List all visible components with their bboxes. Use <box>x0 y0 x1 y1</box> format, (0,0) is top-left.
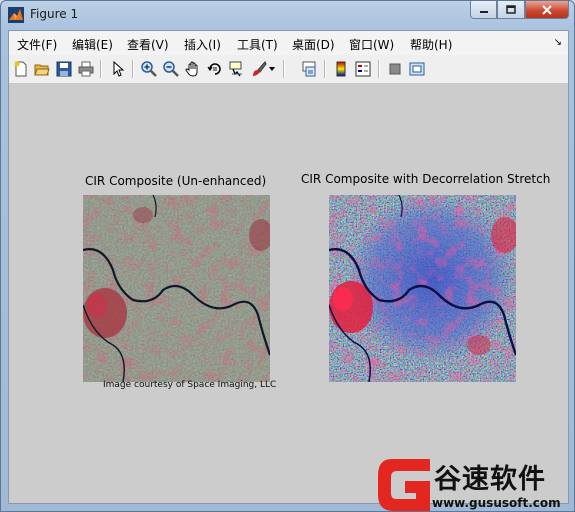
title-bar[interactable]: Figure 1 <box>1 1 574 28</box>
figure-client: 文件(F) 编辑(E) 查看(V) 插入(I) 工具(T) 桌面(D) 窗口(W… <box>8 30 569 504</box>
toolbar-separator <box>283 60 285 78</box>
figure-window: Figure 1 文件(F) 编辑(E) 查看(V) 插入(I) 工具(T) 桌… <box>0 0 575 512</box>
print-icon[interactable] <box>76 59 96 79</box>
show-plot-tools-icon[interactable] <box>407 59 427 79</box>
data-cursor-icon[interactable] <box>227 59 247 79</box>
toolbar-separator <box>100 60 102 78</box>
caption-buttons <box>470 1 569 19</box>
brush-icon[interactable] <box>249 59 269 79</box>
zoom-in-icon[interactable] <box>139 59 159 79</box>
close-icon <box>542 4 552 15</box>
link-plot-icon[interactable] <box>299 59 319 79</box>
left-axes-title: CIR Composite (Un-enhanced) <box>85 174 267 188</box>
new-figure-icon[interactable] <box>11 59 31 79</box>
image-credit: Image courtesy of Space Imaging, LLC <box>103 380 277 390</box>
menu-view[interactable]: 查看(V) <box>127 36 169 53</box>
save-icon[interactable] <box>54 59 74 79</box>
hide-plot-tools-icon[interactable] <box>385 59 405 79</box>
menu-desktop[interactable]: 桌面(D) <box>292 36 335 53</box>
figure-toolbar <box>9 55 568 84</box>
matlab-icon <box>8 7 24 23</box>
cir-decorrelation-image <box>329 195 516 382</box>
legend-icon[interactable] <box>353 59 373 79</box>
toolbar-separator <box>324 60 326 78</box>
menu-tools[interactable]: 工具(T) <box>237 36 278 53</box>
colorbar-icon[interactable] <box>331 59 351 79</box>
menu-help[interactable]: 帮助(H) <box>410 36 452 53</box>
open-file-icon[interactable] <box>32 59 52 79</box>
toolbar-separator <box>132 60 134 78</box>
menu-edit[interactable]: 编辑(E) <box>72 36 113 53</box>
right-axes-title: CIR Composite with Decorrelation Stretch <box>301 172 551 186</box>
minimize-button[interactable] <box>470 1 497 19</box>
maximize-button[interactable] <box>497 1 525 19</box>
close-button[interactable] <box>525 1 569 19</box>
menu-insert[interactable]: 插入(I) <box>184 36 221 53</box>
watermark-text: 谷速软件 <box>434 464 546 495</box>
chevron-down-icon[interactable] <box>267 59 277 79</box>
toolbar-separator <box>378 60 380 78</box>
pan-icon[interactable] <box>183 59 203 79</box>
menu-window[interactable]: 窗口(W) <box>349 36 394 53</box>
maximize-icon <box>506 4 516 14</box>
rotate-3d-icon[interactable] <box>205 59 225 79</box>
window-title: Figure 1 <box>30 7 79 21</box>
watermark-url: www.gususoft.com <box>432 496 561 510</box>
figure-canvas: CIR Composite (Un-enhanced) CIR Composit… <box>9 84 568 503</box>
zoom-out-icon[interactable] <box>161 59 181 79</box>
menu-bar: 文件(F) 编辑(E) 查看(V) 插入(I) 工具(T) 桌面(D) 窗口(W… <box>9 31 568 56</box>
cir-unenhanced-image <box>83 195 270 382</box>
chevron-icon[interactable]: ↘ <box>554 37 562 48</box>
minimize-icon <box>479 10 488 13</box>
menu-file[interactable]: 文件(F) <box>17 36 57 53</box>
edit-plot-icon[interactable] <box>108 59 128 79</box>
